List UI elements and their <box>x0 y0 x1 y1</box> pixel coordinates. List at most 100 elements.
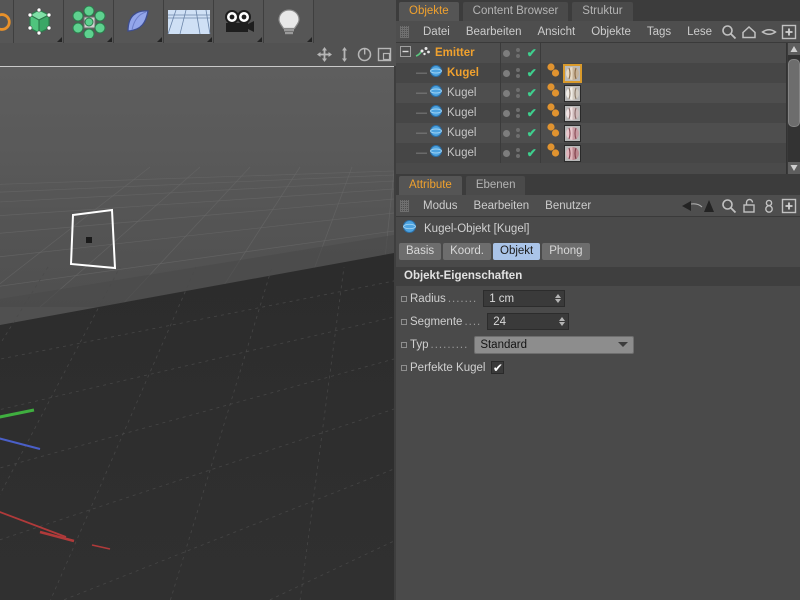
menu-modus[interactable]: Modus <box>415 195 466 217</box>
menu-benutzer[interactable]: Benutzer <box>537 195 599 217</box>
tab-koord[interactable]: Koord. <box>443 242 492 260</box>
editor-visibility-dot[interactable] <box>503 149 511 157</box>
tab-objekte[interactable]: Objekte <box>399 2 459 21</box>
dynamics-tag-icon[interactable] <box>546 102 561 124</box>
home-icon[interactable] <box>741 24 757 40</box>
menu-bearbeiten[interactable]: Bearbeiten <box>458 21 530 43</box>
light-icon[interactable] <box>264 0 314 43</box>
pin-icon[interactable] <box>761 198 777 214</box>
plus-box-icon[interactable] <box>781 24 797 40</box>
plus-box-icon[interactable] <box>781 198 797 214</box>
viewport-3d[interactable] <box>0 66 394 600</box>
table-row[interactable]: — Kugel ✔ <box>396 143 786 163</box>
visibility-dots-cell[interactable]: ✔ <box>500 123 540 143</box>
maximize-view-icon[interactable] <box>377 47 392 62</box>
editor-visibility-dot[interactable] <box>503 109 511 117</box>
spline-primitive-icon[interactable] <box>64 0 114 43</box>
material-tag-icon[interactable] <box>564 104 581 122</box>
dynamics-tag-icon[interactable] <box>546 122 561 144</box>
menu-ansicht[interactable]: Ansicht <box>529 21 583 43</box>
table-row[interactable]: — Kugel ✔ <box>396 103 786 123</box>
dynamics-tag-icon[interactable] <box>546 142 561 164</box>
menu-grip-handle[interactable] <box>400 25 409 38</box>
material-tag-icon[interactable] <box>564 84 581 102</box>
enabled-check-icon[interactable]: ✔ <box>527 47 537 59</box>
enabled-check-icon[interactable]: ✔ <box>527 67 537 79</box>
menu-datei[interactable]: Datei <box>415 21 458 43</box>
render-visibility-dots[interactable] <box>516 108 521 118</box>
up-arrow-icon[interactable] <box>701 198 717 214</box>
menu-tags[interactable]: Tags <box>639 21 679 43</box>
tab-struktur[interactable]: Struktur <box>572 2 633 21</box>
nurbs-object-icon[interactable] <box>114 0 164 43</box>
render-visibility-dots[interactable] <box>516 68 521 78</box>
segmente-spinner[interactable] <box>559 317 566 326</box>
menu-grip-handle[interactable] <box>400 199 409 212</box>
material-tag-icon[interactable] <box>564 124 581 142</box>
table-row[interactable]: — Kugel ✔ <box>396 123 786 143</box>
enabled-check-icon[interactable]: ✔ <box>527 87 537 99</box>
table-row[interactable]: — Kugel ✔ <box>396 83 786 103</box>
visibility-dots-cell[interactable]: ✔ <box>500 143 540 163</box>
segmente-input[interactable]: 24 <box>487 313 570 330</box>
search-icon[interactable] <box>721 198 737 214</box>
undo-redo-icon[interactable] <box>0 0 14 43</box>
render-visibility-dots[interactable] <box>516 128 521 138</box>
primitive-cube-icon[interactable] <box>14 0 64 43</box>
chevron-down-icon[interactable] <box>618 342 629 347</box>
editor-visibility-dot[interactable] <box>503 129 511 137</box>
radius-spinner[interactable] <box>555 294 562 303</box>
editor-visibility-dot[interactable] <box>503 49 511 57</box>
tab-content-browser[interactable]: Content Browser <box>462 2 569 21</box>
render-visibility-dots[interactable] <box>516 88 521 98</box>
object-manager-tree[interactable]: Emitter ✔ — Kugel ✔ — Kugel ✔ — Kugel ✔ … <box>396 43 800 174</box>
move-camera-icon[interactable] <box>317 47 332 62</box>
animate-bullet-icon[interactable] <box>401 364 407 371</box>
scrollbar-track[interactable] <box>787 55 800 162</box>
enabled-check-icon[interactable]: ✔ <box>527 107 537 119</box>
scroll-up-arrow[interactable] <box>787 43 800 55</box>
search-icon[interactable] <box>721 24 737 40</box>
menu-bearbeiten[interactable]: Bearbeiten <box>466 195 538 217</box>
back-arrow-icon[interactable] <box>681 198 703 214</box>
menu-objekte[interactable]: Objekte <box>583 21 639 43</box>
dynamics-tag-icon[interactable] <box>546 62 561 84</box>
render-visibility-dots[interactable] <box>516 148 521 158</box>
visibility-dots-cell[interactable]: ✔ <box>500 43 540 63</box>
menu-lesezeichen[interactable]: Lese <box>679 21 720 43</box>
object-manager-scrollbar[interactable] <box>786 43 800 174</box>
tab-ebenen[interactable]: Ebenen <box>465 176 526 195</box>
rotate-camera-icon[interactable] <box>357 47 372 62</box>
visibility-dots-cell[interactable]: ✔ <box>500 103 540 123</box>
camera-icon[interactable] <box>214 0 264 43</box>
visibility-dots-cell[interactable]: ✔ <box>500 63 540 83</box>
expand-collapse-icon[interactable] <box>400 44 411 62</box>
radius-input[interactable]: 1 cm <box>483 290 566 307</box>
material-tag-icon[interactable] <box>563 63 582 83</box>
editor-visibility-dot[interactable] <box>503 69 511 77</box>
enabled-check-icon[interactable]: ✔ <box>527 127 537 139</box>
animate-bullet-icon[interactable] <box>401 295 407 302</box>
dynamics-tag-icon[interactable] <box>546 82 561 104</box>
table-row[interactable]: — Kugel ✔ <box>396 63 786 83</box>
pan-camera-icon[interactable] <box>337 47 352 62</box>
scroll-down-arrow[interactable] <box>787 162 800 174</box>
enabled-check-icon[interactable]: ✔ <box>527 147 537 159</box>
perfekte-kugel-checkbox[interactable]: ✔ <box>491 361 505 374</box>
animate-bullet-icon[interactable] <box>401 318 407 325</box>
render-visibility-dots[interactable] <box>516 48 521 58</box>
eye-icon[interactable] <box>761 24 777 40</box>
tab-objekt[interactable]: Objekt <box>493 242 541 260</box>
unlock-icon[interactable] <box>741 198 757 214</box>
tag-cell[interactable] <box>540 122 581 144</box>
tag-cell[interactable] <box>540 62 582 84</box>
tab-attribute[interactable]: Attribute <box>399 176 462 195</box>
table-row[interactable]: Emitter ✔ <box>396 43 786 63</box>
tag-cell[interactable] <box>540 102 581 124</box>
tab-basis[interactable]: Basis <box>399 242 442 260</box>
animate-bullet-icon[interactable] <box>401 341 407 348</box>
editor-visibility-dot[interactable] <box>503 89 511 97</box>
tag-cell[interactable] <box>540 82 581 104</box>
visibility-dots-cell[interactable]: ✔ <box>500 83 540 103</box>
scene-floor-icon[interactable] <box>164 0 214 43</box>
